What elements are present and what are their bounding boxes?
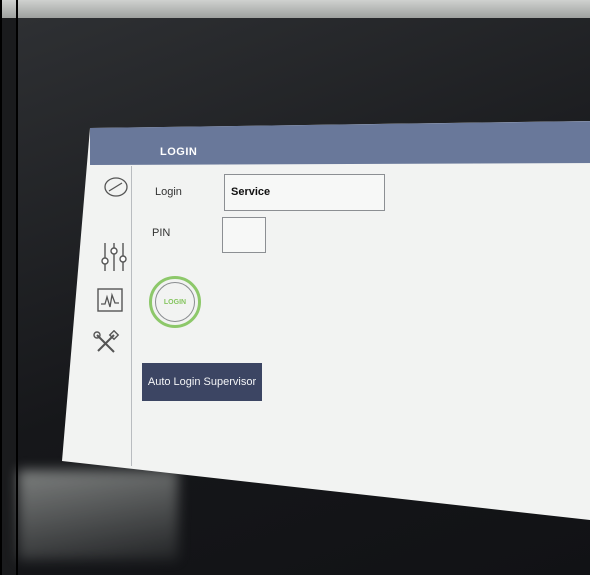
monitor-chart-icon[interactable] (96, 287, 124, 313)
pin-label: PIN (152, 227, 171, 239)
pin-field[interactable] (222, 217, 266, 253)
login-field[interactable]: Service (224, 174, 385, 211)
login-label: Login (155, 186, 182, 198)
login-button-label: LOGIN (155, 282, 195, 322)
login-field-value: Service (231, 186, 271, 198)
auto-login-supervisor-button[interactable]: Auto Login Supervisor (142, 363, 262, 401)
sliders-icon[interactable] (99, 241, 129, 273)
gauge-icon[interactable] (103, 176, 129, 198)
photo-border-left (0, 0, 2, 575)
page-title: LOGIN (160, 146, 198, 158)
tools-icon[interactable] (92, 330, 120, 358)
monitor-frame-top (0, 0, 590, 18)
photo-border-inner (16, 0, 18, 575)
login-button[interactable]: LOGIN (149, 276, 201, 328)
sidebar-divider (131, 166, 132, 466)
title-bar (90, 121, 590, 165)
bezel-reflection (18, 470, 178, 560)
